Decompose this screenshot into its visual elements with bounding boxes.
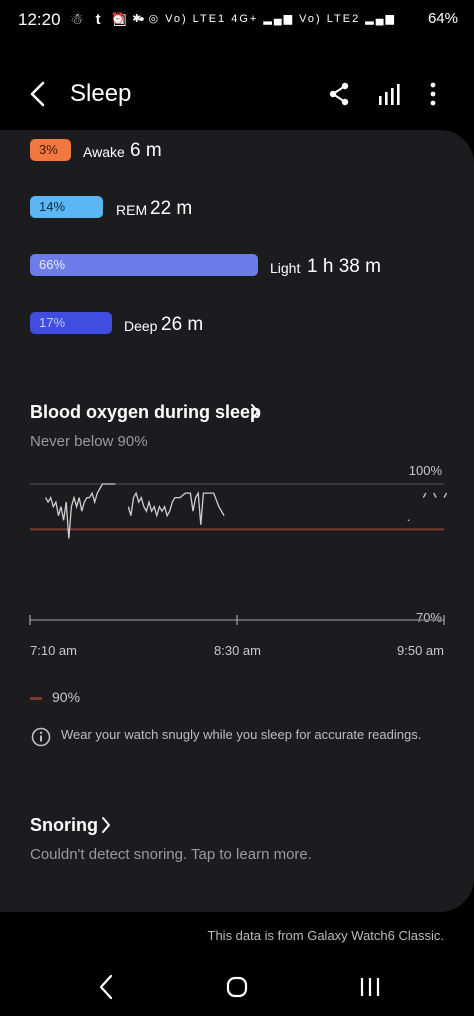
stage-percent: 66% bbox=[39, 257, 66, 272]
stage-bar: 66% bbox=[30, 254, 258, 276]
snoring-title: Snoring bbox=[30, 815, 98, 835]
volte-icon-2: Vo) LTE2 bbox=[299, 13, 361, 25]
spo2-series-line bbox=[433, 492, 437, 498]
info-icon bbox=[31, 727, 51, 747]
sleep-detail-card: 3% Awake 6 m 14% REM 22 m 66% Light 1 h … bbox=[0, 130, 474, 912]
status-bar: 12:20 ☃ t ▣ • ⏰ ✱ ◎ Vo) LTE1 4G+ ▂▄▆ Vo)… bbox=[0, 0, 474, 40]
more-vert-icon[interactable] bbox=[424, 80, 442, 108]
signal-icon-2: ▂▄▆ bbox=[365, 13, 396, 25]
notification-icon: ☃ bbox=[70, 11, 88, 28]
bar-chart-icon[interactable] bbox=[378, 82, 402, 106]
stage-bar: 17% bbox=[30, 312, 112, 334]
chevron-right-icon bbox=[102, 817, 110, 833]
threshold-legend-label: 90% bbox=[52, 689, 81, 705]
back-nav-icon[interactable] bbox=[92, 972, 122, 1002]
share-icon[interactable] bbox=[328, 82, 350, 106]
stage-label: Awake bbox=[83, 144, 125, 160]
system-nav-bar bbox=[0, 958, 474, 1016]
recents-nav-icon[interactable] bbox=[355, 972, 385, 1002]
x-tick-label: 9:50 am bbox=[397, 643, 444, 658]
network-type: 4G+ bbox=[231, 13, 259, 25]
stage-percent: 3% bbox=[39, 142, 58, 157]
stage-bar: 14% bbox=[30, 196, 103, 218]
spo2-series-line bbox=[422, 492, 427, 498]
snoring-subtitle[interactable]: Couldn't detect snoring. Tap to learn mo… bbox=[30, 846, 312, 863]
stage-duration: 6 m bbox=[130, 140, 162, 161]
status-time: 12:20 bbox=[18, 10, 61, 29]
hotspot-icon: ◎ bbox=[148, 13, 161, 25]
home-nav-icon[interactable] bbox=[222, 972, 252, 1002]
stage-label: REM bbox=[116, 202, 148, 218]
tumblr-icon: t bbox=[95, 11, 105, 28]
spo2-chart bbox=[29, 483, 448, 625]
battery-level: 64% bbox=[427, 10, 458, 27]
stage-label: Deep bbox=[124, 318, 158, 334]
blood-oxygen-subtitle: Never below 90% bbox=[30, 433, 148, 450]
stage-percent: 14% bbox=[39, 199, 66, 214]
spo2-series-line bbox=[443, 492, 448, 498]
bluetooth-icon: ✱ bbox=[132, 13, 144, 25]
blood-oxygen-title: Blood oxygen during sleep bbox=[30, 402, 262, 422]
signal-icon: ▂▄▆ bbox=[263, 13, 295, 25]
x-tick-label: 8:30 am bbox=[214, 643, 261, 658]
data-source-note: This data is from Galaxy Watch6 Classic. bbox=[207, 928, 444, 943]
stage-duration: 22 m bbox=[150, 198, 193, 219]
stage-bar: 3% bbox=[30, 139, 71, 161]
volte-icon: Vo) LTE1 bbox=[165, 13, 227, 25]
stage-duration: 1 h 38 m bbox=[307, 256, 381, 277]
x-tick-label: 7:10 am bbox=[30, 643, 77, 658]
page-title: Sleep bbox=[70, 80, 132, 107]
stage-duration: 26 m bbox=[161, 314, 204, 335]
app-bar: Sleep bbox=[0, 68, 474, 120]
alarm-icon: ⏰ bbox=[111, 13, 128, 25]
status-right-icons: ⏰ ✱ ◎ Vo) LTE1 4G+ ▂▄▆ Vo) LTE2 ▂▄▆ bbox=[111, 12, 396, 25]
chevron-right-icon bbox=[251, 404, 259, 420]
info-text: Wear your watch snugly while you sleep f… bbox=[61, 727, 422, 742]
stage-label: Light bbox=[270, 260, 301, 276]
stage-percent: 17% bbox=[39, 315, 66, 330]
back-arrow-icon[interactable] bbox=[26, 80, 50, 108]
threshold-legend-swatch bbox=[30, 697, 42, 700]
spo2-series-line bbox=[127, 490, 225, 525]
